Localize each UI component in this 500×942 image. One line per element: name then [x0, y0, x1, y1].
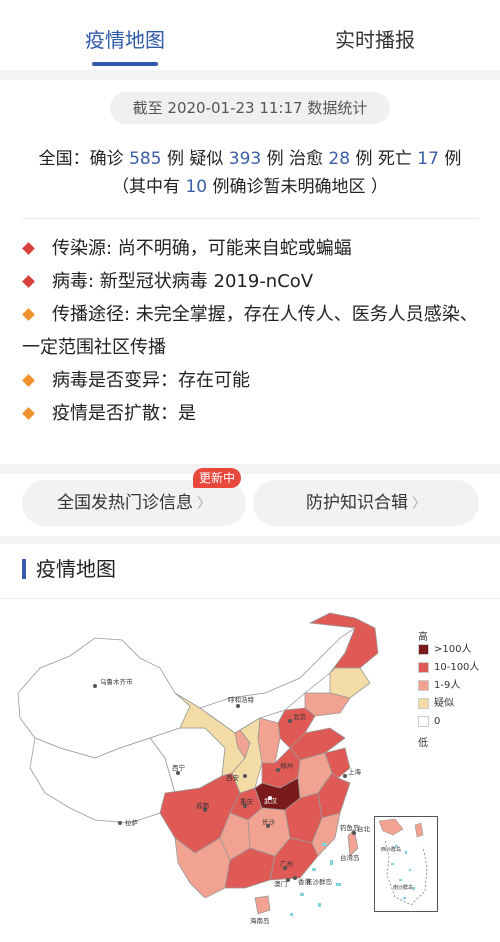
legend-swatch — [418, 716, 429, 727]
map-label: 澳门 — [274, 879, 287, 888]
button-label: 防护知识合辑 — [306, 493, 408, 513]
legend-swatch — [418, 662, 429, 673]
fact-text: 疫情是否扩散：是 — [52, 403, 196, 424]
legend-label: 1-9人 — [434, 680, 461, 691]
death-count: 17 — [417, 149, 439, 169]
divider — [0, 464, 500, 474]
inset-label: 西沙群岛 — [381, 846, 401, 853]
legend-item: 10-100人 — [418, 662, 479, 680]
summary-label-dead: 例 死亡 — [355, 149, 412, 169]
chevron-right-icon: 〉 — [197, 496, 211, 512]
legend-item: 1-9人 — [418, 680, 479, 698]
fact-source: 传染源: 尚不明确，可能来自蛇或蝙蝠 — [22, 232, 482, 265]
legend-low-label: 低 — [418, 738, 428, 749]
map-label: 广州 — [280, 859, 293, 868]
map-label: 长沙 — [262, 817, 276, 826]
city-dot — [343, 774, 347, 778]
map-label: 北京 — [293, 712, 307, 721]
confirmed-count: 585 — [129, 149, 162, 169]
fact-mutation: 病毒是否变异：存在可能 — [22, 364, 482, 397]
divider — [22, 218, 478, 219]
map-label: 海南岛 — [250, 916, 270, 925]
fact-virus: 病毒: 新型冠状病毒 2019-nCoV — [22, 265, 482, 298]
map-label: 重庆 — [240, 797, 254, 806]
orange-diamond-icon — [22, 308, 35, 321]
map-label: 呼和浩特 — [228, 695, 255, 704]
suspected-count: 393 — [228, 149, 262, 169]
fact-list: 传染源: 尚不明确，可能来自蛇或蝙蝠 病毒: 新型冠状病毒 2019-nCoV … — [22, 232, 482, 430]
summary-unit: 例 — [444, 149, 462, 169]
region-hainan[interactable] — [254, 895, 271, 915]
cured-count: 28 — [328, 149, 351, 169]
map-label: 拉萨 — [125, 818, 139, 827]
map-label: 台湾岛 — [340, 853, 360, 862]
legend-swatch — [418, 644, 429, 655]
orange-diamond-icon — [22, 407, 35, 420]
city-dot — [118, 821, 122, 825]
map-label: 上海 — [348, 767, 362, 776]
legend-label: 10-100人 — [434, 662, 480, 673]
tab-live-news[interactable]: 实时播报 — [250, 0, 500, 70]
region-liaoning[interactable] — [304, 692, 351, 717]
updating-badge: 更新中 — [193, 468, 242, 488]
red-diamond-icon — [22, 242, 35, 255]
map-label: 成都 — [196, 801, 210, 810]
section-title-text: 疫情地图 — [36, 557, 116, 581]
fact-spread: 疫情是否扩散：是 — [22, 397, 482, 430]
fact-text: 传染源: 尚不明确，可能来自蛇或蝙蝠 — [52, 238, 352, 259]
city-dot — [236, 704, 240, 708]
button-label: 全国发热门诊信息 — [57, 493, 193, 513]
legend-item: 0 — [418, 716, 479, 734]
map-label: 郑州 — [280, 762, 293, 770]
fact-transmission: 传播途径: 未完全掌握，存在人传人、医务人员感染、一定范围社区传播 — [22, 298, 482, 364]
protection-knowledge-button[interactable]: 防护知识合辑〉 — [253, 480, 479, 526]
orange-diamond-icon — [22, 374, 35, 387]
inset-label: 南沙群岛 — [393, 884, 413, 891]
summary-line-2: （其中有 10 例确诊暂未明确地区 ） — [0, 173, 500, 201]
map-label: 乌鲁木齐市 — [100, 677, 133, 686]
south-china-sea-inset: 西沙群岛 南沙群岛 — [374, 816, 438, 912]
map-label: 东沙群岛 — [306, 877, 332, 886]
map-label: 武汉 — [264, 796, 278, 805]
legend-item: >100人 — [418, 644, 479, 662]
summary-line-1: 全国：确诊 585 例 疑似 393 例 治愈 28 例 死亡 17 例 — [0, 145, 500, 173]
tab-epidemic-map[interactable]: 疫情地图 — [0, 0, 250, 70]
active-tab-indicator — [92, 62, 158, 66]
map-label: 钓鱼岛 — [340, 823, 360, 832]
legend-swatch — [418, 680, 429, 691]
tab-bar: 疫情地图 实时播报 — [0, 0, 500, 70]
fact-text: 传播途径: 未完全掌握，存在人传人、医务人员感染、一定范围社区传播 — [22, 304, 478, 358]
divider — [0, 536, 500, 544]
chevron-right-icon: 〉 — [412, 496, 426, 512]
region-jilin[interactable] — [329, 667, 371, 699]
unlocated-count: 10 — [185, 177, 208, 197]
unlocated-suffix: 例确诊暂未明确地区 ） — [212, 177, 388, 197]
map-label: 西宁 — [172, 763, 186, 772]
city-dot — [243, 774, 247, 778]
map-legend: 高 >100人 10-100人 1-9人 疑似 0 低 — [418, 628, 479, 749]
inset-map: 西沙群岛 南沙群岛 — [378, 818, 428, 906]
legend-swatch — [418, 698, 429, 709]
city-dot — [93, 684, 97, 688]
unlocated-prefix: （其中有 — [112, 177, 181, 197]
city-dot — [288, 719, 292, 723]
update-time-badge: 截至 2020-01-23 11:17 数据统计 — [110, 92, 390, 124]
fact-text: 病毒: 新型冠状病毒 2019-nCoV — [52, 271, 314, 292]
city-dot — [293, 876, 297, 880]
divider — [0, 70, 500, 80]
summary-label-confirmed: 全国：确诊 — [38, 149, 124, 169]
national-summary: 全国：确诊 585 例 疑似 393 例 治愈 28 例 死亡 17 例 （其中… — [0, 145, 500, 201]
red-diamond-icon — [22, 275, 35, 288]
fact-text: 病毒是否变异：存在可能 — [52, 370, 250, 391]
title-accent-bar — [22, 559, 26, 579]
legend-label: >100人 — [434, 644, 472, 655]
legend-label: 0 — [434, 716, 441, 727]
legend-item: 疑似 — [418, 698, 479, 716]
summary-label-suspected: 例 疑似 — [166, 149, 224, 169]
legend-high-label: 高 — [418, 632, 428, 643]
map-label: 西安 — [226, 773, 240, 782]
legend-label: 疑似 — [434, 698, 454, 709]
summary-label-cured: 例 治愈 — [266, 149, 324, 169]
